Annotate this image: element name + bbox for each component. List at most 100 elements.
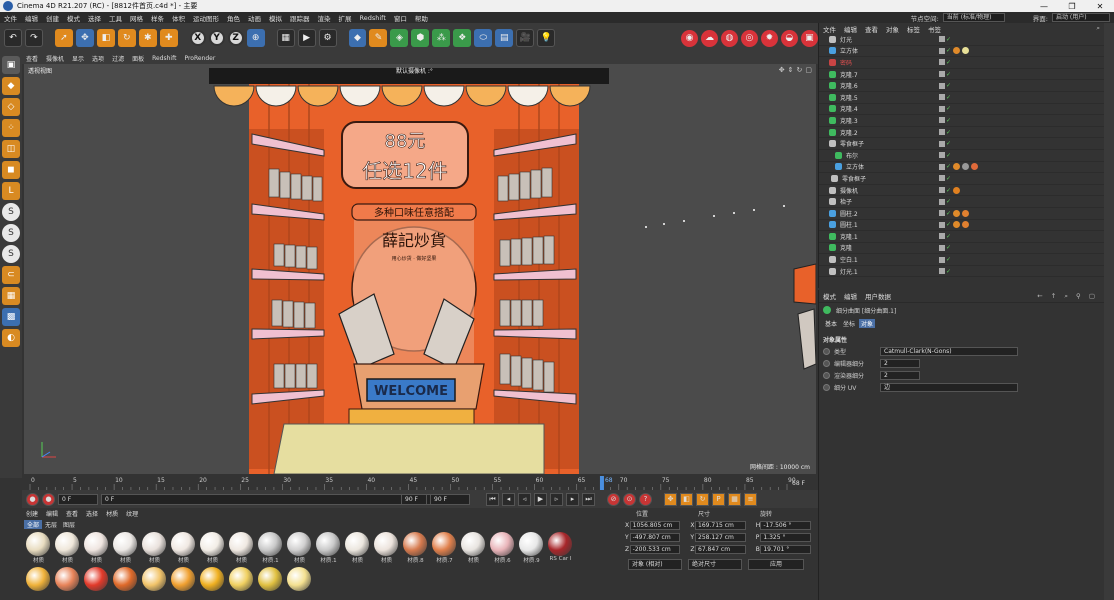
axis-mode-icon[interactable]: L <box>2 182 20 200</box>
object-row[interactable]: 克隆.5 ✓ <box>819 92 1114 104</box>
magnet-icon[interactable]: ⊂ <box>2 266 20 284</box>
layer-box-icon[interactable] <box>939 187 945 194</box>
layer-box-icon[interactable] <box>939 152 945 159</box>
attr-tab-coord[interactable]: 坐标 <box>841 319 857 328</box>
autokeying-icon[interactable]: ⊙ <box>623 492 636 506</box>
object-row[interactable]: 圆柱.2 ✓ <box>819 208 1114 220</box>
attr-editor-subdiv-input[interactable]: 2 <box>880 358 920 368</box>
layer-box-icon[interactable] <box>939 221 945 228</box>
object-row[interactable]: 克隆.7 ✓ <box>819 69 1114 81</box>
coord-value-input[interactable]: 1.325 ° <box>760 532 812 542</box>
scale-icon[interactable]: ◧ <box>96 29 115 47</box>
visibility-check-icon[interactable]: ✓ <box>946 47 951 54</box>
world-coordinates-icon[interactable]: ⊕ <box>246 29 265 47</box>
material-swatch[interactable]: 材质.7 <box>432 532 457 564</box>
vp-menu-prorender[interactable]: ProRender <box>180 55 219 62</box>
obj-menu-bookmarks[interactable]: 书签 <box>924 24 945 34</box>
visibility-check-icon[interactable]: ✓ <box>946 140 951 147</box>
layer-box-icon[interactable] <box>939 175 945 182</box>
extrude-icon[interactable]: ⬢ <box>411 29 430 47</box>
object-name[interactable]: 立方体 <box>840 46 885 55</box>
material-tag-icon[interactable] <box>962 221 970 229</box>
menu-simulate[interactable]: 模拟 <box>265 13 286 23</box>
object-name[interactable]: 布尔 <box>846 151 891 160</box>
object-name[interactable]: 克隆.5 <box>840 93 885 102</box>
snap-icon[interactable]: S <box>2 203 20 221</box>
material-swatch[interactable] <box>229 567 254 591</box>
visibility-check-icon[interactable]: ✓ <box>946 82 951 89</box>
layer-box-icon[interactable] <box>939 210 945 217</box>
prev-frame-icon[interactable]: ◃ <box>518 492 531 506</box>
visibility-check-icon[interactable]: ✓ <box>946 152 951 159</box>
play-icon[interactable]: ▶ <box>534 492 547 506</box>
attr-animate-dot[interactable] <box>823 347 830 355</box>
object-name[interactable]: 零食框子 <box>840 139 885 148</box>
attr-nav-icons[interactable]: ← ↑ ⌕ ⚲ ▢ <box>1037 292 1114 301</box>
attr-menu-userdata[interactable]: 用户数据 <box>861 291 895 301</box>
keyframe-selection-icon[interactable]: ? <box>639 492 652 506</box>
material-swatch[interactable]: 材质 <box>26 532 51 564</box>
layer-box-icon[interactable] <box>939 82 945 89</box>
next-key-icon[interactable]: ▸ <box>566 492 579 506</box>
keyframe-icon[interactable]: ⊘ <box>607 492 620 506</box>
deformer-icon[interactable]: ⬭ <box>474 29 493 47</box>
node-space-select[interactable]: 当前 (标准/物理) <box>942 13 1005 22</box>
layer-box-icon[interactable] <box>939 244 945 251</box>
preview-end-field[interactable]: 90 F <box>401 493 427 505</box>
points-mode-icon[interactable]: ⁘ <box>2 119 20 137</box>
material-swatch[interactable]: 材质 <box>55 532 80 564</box>
visibility-check-icon[interactable]: ✓ <box>946 187 951 194</box>
menu-extensions[interactable]: 扩展 <box>335 13 356 23</box>
object-name[interactable]: 克隆.2 <box>840 128 885 137</box>
attr-animate-dot[interactable] <box>823 359 830 367</box>
object-row[interactable]: 立方体 ✓ <box>819 162 1114 174</box>
coord-value-input[interactable]: 258.127 cm <box>695 532 746 542</box>
size-mode-select[interactable]: 绝对尺寸 <box>688 558 742 570</box>
obj-menu-tags[interactable]: 标签 <box>903 24 924 34</box>
visibility-check-icon[interactable]: ✓ <box>946 210 951 217</box>
rotate-icon[interactable]: ↻ <box>117 29 136 47</box>
playhead[interactable] <box>599 476 604 490</box>
floor-icon[interactable]: ▤ <box>495 29 514 47</box>
layer-box-icon[interactable] <box>939 36 945 43</box>
menu-redshift[interactable]: Redshift <box>356 14 390 22</box>
vp-menu-view[interactable]: 查看 <box>22 54 42 63</box>
menu-edit[interactable]: 编辑 <box>21 13 42 23</box>
coord-value-input[interactable]: 1056.805 cm <box>629 520 681 530</box>
mat-menu-edit[interactable]: 编辑 <box>42 509 62 518</box>
object-row[interactable]: 布尔 ✓ <box>819 150 1114 162</box>
redo-icon[interactable]: ↷ <box>24 29 43 47</box>
material-swatch[interactable]: RS Car I <box>548 532 573 564</box>
object-name[interactable]: 空白.1 <box>840 255 885 264</box>
attr-animate-dot[interactable] <box>823 383 830 391</box>
pan-icon[interactable]: ✥ <box>779 66 785 74</box>
material-swatch[interactable] <box>55 567 80 591</box>
menu-animate[interactable]: 动画 <box>244 13 265 23</box>
model-mode-icon[interactable]: ◆ <box>2 77 20 95</box>
material-swatch[interactable]: 材质.1 <box>258 532 283 564</box>
menu-tools[interactable]: 工具 <box>105 13 126 23</box>
vp-menu-filter[interactable]: 过滤 <box>108 54 128 63</box>
object-name[interactable]: 圆柱.1 <box>840 220 885 229</box>
material-tag-icon[interactable] <box>953 221 961 229</box>
material-swatch[interactable] <box>200 567 225 591</box>
material-swatch[interactable]: 材质 <box>461 532 486 564</box>
render-view-icon[interactable]: ▦ <box>276 29 295 47</box>
material-swatch[interactable]: 材质 <box>84 532 109 564</box>
material-tag-icon[interactable] <box>953 186 961 194</box>
lock-workplane-icon[interactable]: ◐ <box>2 329 20 347</box>
object-name[interactable]: 克隆.6 <box>840 81 885 90</box>
close-button[interactable]: ✕ <box>1086 2 1114 11</box>
camera-name[interactable]: 默认摄像机 :° <box>396 66 433 75</box>
attr-menu-edit[interactable]: 编辑 <box>840 291 861 301</box>
object-name[interactable]: 灯光 <box>840 35 885 44</box>
vp-menu-display[interactable]: 显示 <box>68 54 88 63</box>
pla-key-icon[interactable]: ▦ <box>728 492 741 506</box>
obj-menu-edit[interactable]: 编辑 <box>840 24 861 34</box>
object-row[interactable]: 克隆.6 ✓ <box>819 80 1114 92</box>
make-editable-icon[interactable]: ▣ <box>2 56 20 74</box>
apply-button[interactable]: 应用 <box>748 558 804 570</box>
object-row[interactable]: 灯光.1 ✓ <box>819 266 1114 278</box>
redshift-dome-icon[interactable]: ◒ <box>780 29 798 47</box>
material-swatch[interactable]: 材质 <box>229 532 254 564</box>
